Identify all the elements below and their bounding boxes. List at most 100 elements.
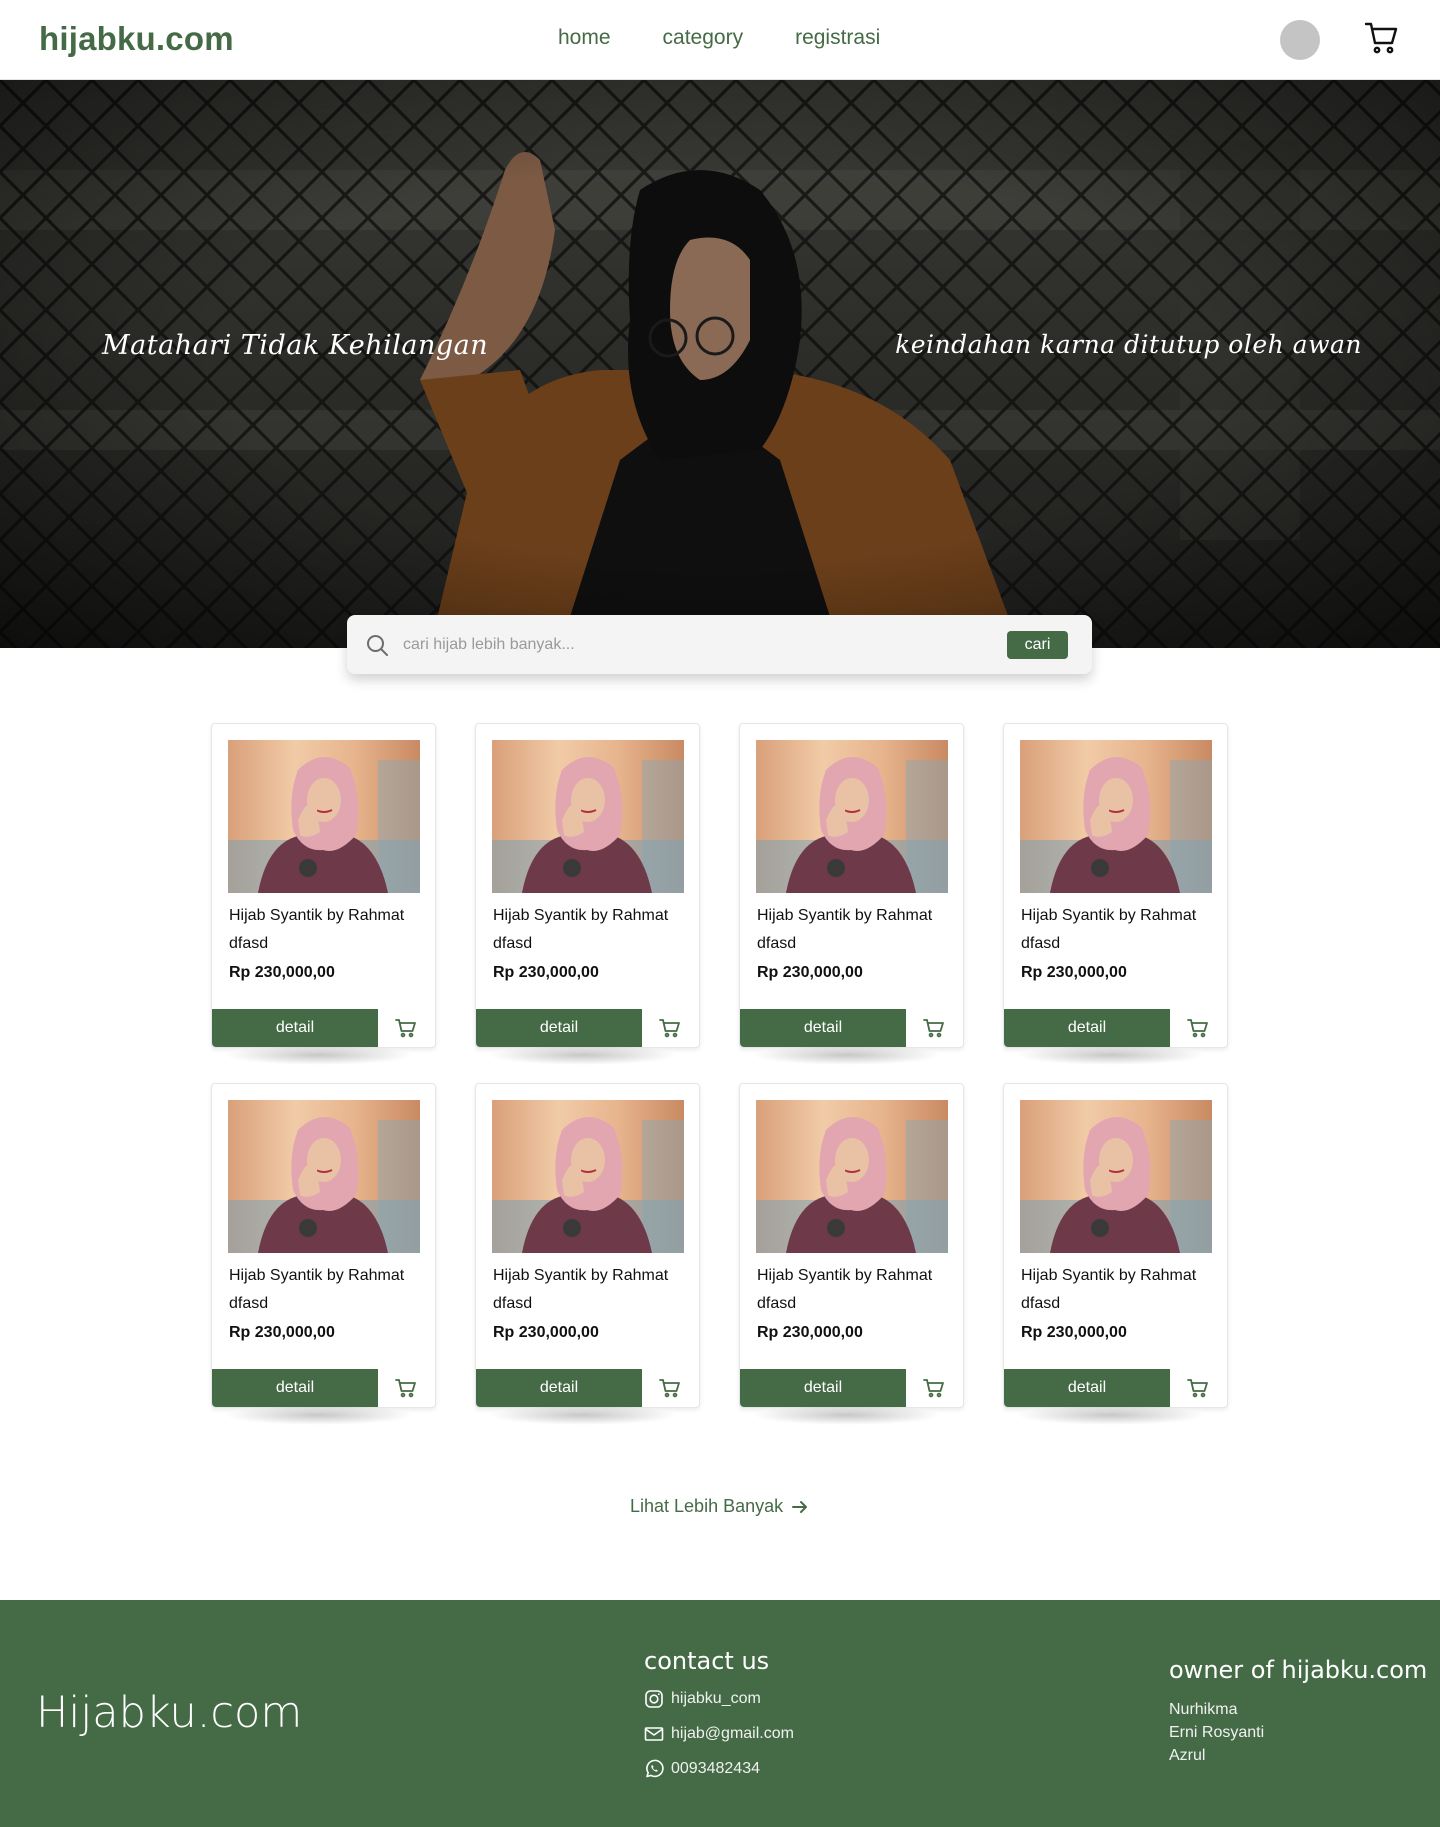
instagram-handle: hijabku_com: [671, 1690, 761, 1707]
product-description: dfasd: [229, 935, 269, 952]
add-to-cart-icon[interactable]: [1187, 1018, 1209, 1038]
product-name: Hijab Syantik by Rahmat: [1021, 907, 1197, 924]
site-logo[interactable]: hijabku.com: [39, 20, 234, 58]
cart-icon[interactable]: [1364, 20, 1400, 56]
hero-tagline-left: Matahari Tidak Kehilangan: [102, 330, 489, 361]
product-description: dfasd: [1021, 935, 1061, 952]
product-price: Rp 230,000,00: [229, 1324, 335, 1341]
product-name: Hijab Syantik by Rahmat: [229, 907, 405, 924]
product-image[interactable]: [1020, 1100, 1212, 1253]
product-image[interactable]: [228, 740, 420, 893]
product-description: dfasd: [757, 1295, 797, 1312]
card-shadow: [488, 1405, 678, 1425]
card-shadow: [1016, 1045, 1206, 1065]
product-grid: Hijab Syantik by Rahmat dfasd Rp 230,000…: [211, 723, 1231, 1425]
avatar[interactable]: [1280, 20, 1320, 60]
product-price: Rp 230,000,00: [493, 1324, 599, 1341]
card-shadow: [752, 1405, 942, 1425]
detail-button[interactable]: detail: [212, 1009, 378, 1047]
hero-image: [0, 80, 1440, 648]
product-description: dfasd: [757, 935, 797, 952]
card-shadow: [752, 1045, 942, 1065]
contact-phone[interactable]: 0093482434: [644, 1759, 760, 1779]
add-to-cart-icon[interactable]: [659, 1018, 681, 1038]
add-to-cart-icon[interactable]: [395, 1378, 417, 1398]
product-name: Hijab Syantik by Rahmat: [229, 1267, 405, 1284]
add-to-cart-icon[interactable]: [659, 1378, 681, 1398]
owner-title: owner of hijabku.com: [1169, 1656, 1428, 1684]
contact-title: contact us: [644, 1647, 770, 1675]
product-name: Hijab Syantik by Rahmat: [493, 1267, 669, 1284]
add-to-cart-icon[interactable]: [395, 1018, 417, 1038]
whatsapp-icon: [646, 1759, 664, 1778]
product-name: Hijab Syantik by Rahmat: [493, 907, 669, 924]
product-card: Hijab Syantik by Rahmat dfasd Rp 230,000…: [1003, 723, 1228, 1065]
product-name: Hijab Syantik by Rahmat: [757, 907, 933, 924]
search-icon: [367, 635, 388, 656]
card-shadow: [488, 1045, 678, 1065]
product-price: Rp 230,000,00: [757, 1324, 863, 1341]
product-image[interactable]: [228, 1100, 420, 1253]
search-bar: cari: [347, 615, 1092, 674]
product-name: Hijab Syantik by Rahmat: [1021, 1267, 1197, 1284]
instagram-icon: [645, 1690, 663, 1708]
product-card: Hijab Syantik by Rahmat dfasd Rp 230,000…: [739, 723, 964, 1065]
phone-number: 0093482434: [671, 1760, 760, 1777]
add-to-cart-icon[interactable]: [1187, 1378, 1209, 1398]
owner-name: Nurhikma: [1169, 1701, 1238, 1718]
product-image[interactable]: [492, 740, 684, 893]
product-price: Rp 230,000,00: [1021, 1324, 1127, 1341]
product-card: Hijab Syantik by Rahmat dfasd Rp 230,000…: [211, 723, 436, 1065]
main-nav: home category registrasi: [558, 26, 880, 50]
nav-registrasi[interactable]: registrasi: [795, 26, 880, 50]
arrow-right-icon: [792, 1500, 808, 1513]
owner-list: Nurhikma Erni Rosyanti Azrul: [1169, 1698, 1264, 1767]
detail-button[interactable]: detail: [1004, 1369, 1170, 1407]
product-card: Hijab Syantik by Rahmat dfasd Rp 230,000…: [211, 1083, 436, 1425]
search-input[interactable]: [403, 629, 983, 661]
add-to-cart-icon[interactable]: [923, 1018, 945, 1038]
detail-button[interactable]: detail: [476, 1009, 642, 1047]
product-image[interactable]: [1020, 740, 1212, 893]
product-name: Hijab Syantik by Rahmat: [757, 1267, 933, 1284]
detail-button[interactable]: detail: [212, 1369, 378, 1407]
nav-category[interactable]: category: [663, 26, 744, 50]
product-image[interactable]: [756, 740, 948, 893]
product-image[interactable]: [492, 1100, 684, 1253]
product-price: Rp 230,000,00: [229, 964, 335, 981]
contact-instagram[interactable]: hijabku_com: [644, 1689, 761, 1709]
detail-button[interactable]: detail: [740, 1369, 906, 1407]
site-footer: Hijabku.com contact us hijabku_com hijab…: [0, 1600, 1440, 1827]
detail-button[interactable]: detail: [476, 1369, 642, 1407]
product-card: Hijab Syantik by Rahmat dfasd Rp 230,000…: [475, 723, 700, 1065]
product-card: Hijab Syantik by Rahmat dfasd Rp 230,000…: [739, 1083, 964, 1425]
product-image[interactable]: [756, 1100, 948, 1253]
search-button[interactable]: cari: [1007, 631, 1068, 659]
detail-button[interactable]: detail: [1004, 1009, 1170, 1047]
contact-email[interactable]: hijab@gmail.com: [644, 1724, 794, 1744]
product-card: Hijab Syantik by Rahmat dfasd Rp 230,000…: [1003, 1083, 1228, 1425]
email-address: hijab@gmail.com: [671, 1725, 794, 1742]
nav-home[interactable]: home: [558, 26, 611, 50]
card-shadow: [224, 1045, 414, 1065]
detail-button[interactable]: detail: [740, 1009, 906, 1047]
product-description: dfasd: [229, 1295, 269, 1312]
owner-name: Azrul: [1169, 1747, 1206, 1764]
product-price: Rp 230,000,00: [493, 964, 599, 981]
see-more-label: Lihat Lebih Banyak: [630, 1496, 784, 1516]
site-header: hijabku.com home category registrasi: [0, 0, 1440, 80]
hero-banner: Matahari Tidak Kehilangan keindahan karn…: [0, 80, 1440, 648]
card-shadow: [1016, 1405, 1206, 1425]
product-description: dfasd: [1021, 1295, 1061, 1312]
product-price: Rp 230,000,00: [1021, 964, 1127, 981]
card-shadow: [224, 1405, 414, 1425]
see-more-link[interactable]: Lihat Lebih Banyak: [630, 1496, 809, 1517]
add-to-cart-icon[interactable]: [923, 1378, 945, 1398]
footer-logo: Hijabku.com: [36, 1688, 303, 1738]
product-description: dfasd: [493, 1295, 533, 1312]
product-price: Rp 230,000,00: [757, 964, 863, 981]
mail-icon: [644, 1727, 664, 1741]
owner-name: Erni Rosyanti: [1169, 1724, 1265, 1741]
product-description: dfasd: [493, 935, 533, 952]
hero-tagline-right: keindahan karna ditutup oleh awan: [895, 330, 1362, 359]
